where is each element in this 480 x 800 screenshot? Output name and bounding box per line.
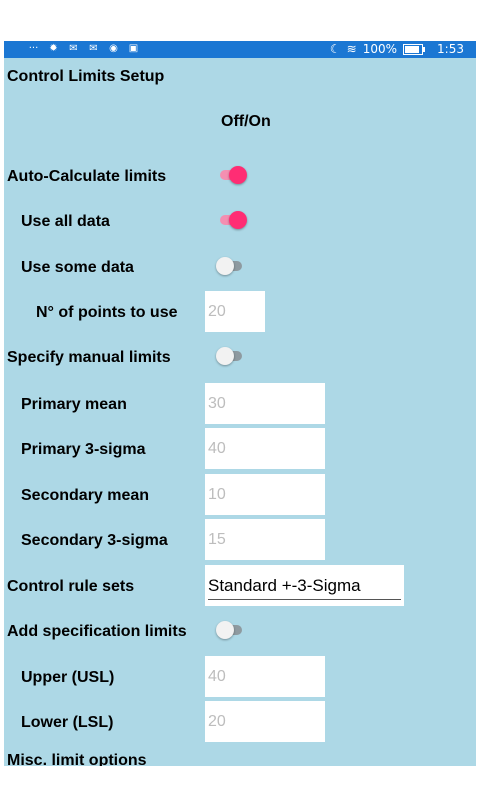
use-some-label: Use some data [21, 259, 134, 276]
spec-limits-switch[interactable] [216, 621, 246, 639]
primary-sigma-label: Primary 3-sigma [21, 441, 146, 458]
dropdown-underline [208, 599, 401, 600]
amazon-icon: ▣ [128, 43, 139, 54]
misc-options-label: Misc. limit options [7, 752, 147, 766]
lsl-input[interactable] [205, 701, 325, 742]
manual-limits-label: Specify manual limits [7, 349, 171, 366]
lsl-label: Lower (LSL) [21, 714, 114, 731]
primary-mean-label: Primary mean [21, 396, 127, 413]
spec-limits-label: Add specification limits [7, 623, 187, 640]
clock: 1:53 [437, 42, 464, 56]
moon-icon: ☾ [329, 42, 341, 56]
battery-percent: 100% [362, 42, 398, 56]
rule-sets-value: Standard +-3-Sigma [208, 576, 361, 595]
mail-icon: ✉ [89, 43, 98, 54]
points-input[interactable] [205, 291, 265, 332]
page-title: Control Limits Setup [7, 68, 165, 85]
mail-icon: ✉ [69, 43, 78, 54]
secondary-sigma-input[interactable] [205, 519, 325, 560]
wifi-icon: ≋ [346, 42, 357, 56]
use-all-switch[interactable] [218, 211, 247, 229]
auto-calc-switch[interactable] [218, 166, 247, 184]
column-header: Off/On [221, 113, 271, 130]
status-bar: ··· ✹ ✉ ✉ ◉ ▣ ☾ ≋ 100% 1:53 [4, 41, 476, 58]
primary-mean-input[interactable] [205, 383, 325, 424]
settings-panel: Control Limits Setup Off/On Auto-Calcula… [4, 58, 476, 766]
shield-icon: ◉ [109, 43, 118, 54]
usl-input[interactable] [205, 656, 325, 697]
manual-limits-switch[interactable] [216, 347, 246, 365]
use-some-switch[interactable] [216, 257, 246, 275]
usl-label: Upper (USL) [21, 669, 115, 686]
settings-icon: ✹ [49, 43, 58, 54]
primary-sigma-input[interactable] [205, 428, 325, 469]
auto-calc-label: Auto-Calculate limits [7, 168, 167, 185]
rule-sets-dropdown[interactable]: Standard +-3-Sigma [205, 565, 404, 606]
points-label: N° of points to use [36, 304, 178, 321]
secondary-mean-label: Secondary mean [21, 487, 150, 504]
secondary-mean-input[interactable] [205, 474, 325, 515]
secondary-sigma-label: Secondary 3-sigma [21, 532, 168, 549]
more-icon: ··· [28, 43, 39, 54]
rule-sets-label: Control rule sets [7, 578, 135, 595]
use-all-label: Use all data [21, 213, 110, 230]
battery-icon [403, 43, 426, 55]
